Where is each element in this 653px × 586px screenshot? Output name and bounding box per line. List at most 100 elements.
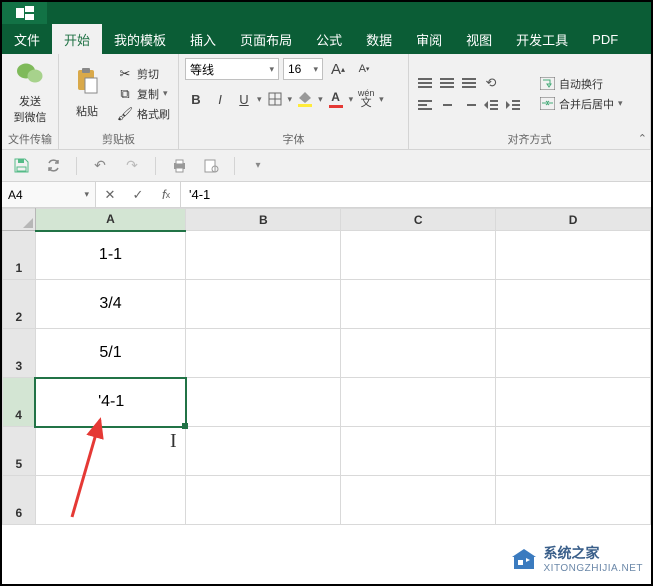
cell-b2[interactable] (186, 280, 341, 329)
align-top-button[interactable] (415, 73, 435, 93)
border-button[interactable] (264, 88, 286, 110)
ribbon-collapse-button[interactable]: ⌃ (638, 132, 647, 145)
tab-pdf[interactable]: PDF (580, 24, 630, 54)
cell-c2[interactable] (341, 280, 496, 329)
wrap-text-button[interactable]: 自动换行 (537, 75, 625, 93)
italic-button[interactable]: I (209, 88, 231, 110)
cell-a3[interactable]: 5/1 (35, 329, 186, 378)
bold-button[interactable]: B (185, 88, 207, 110)
tab-data[interactable]: 数据 (354, 24, 404, 54)
font-color-button[interactable]: A (325, 88, 347, 110)
font-name-value: 等线 (190, 61, 214, 78)
tab-developer[interactable]: 开发工具 (504, 24, 580, 54)
align-middle-button[interactable] (437, 73, 457, 93)
undo-button[interactable]: ↶ (91, 157, 109, 175)
cell-a4[interactable]: '4-1 (35, 378, 186, 427)
redo-button[interactable]: ↷ (123, 157, 141, 175)
cell-d3[interactable] (496, 329, 651, 378)
font-color-swatch (329, 105, 343, 108)
sync-button[interactable] (44, 157, 62, 175)
chevron-down-icon: ▾ (313, 64, 318, 75)
tab-file[interactable]: 文件 (2, 24, 52, 54)
worksheet-grid[interactable]: A B C D 1 1-1 2 3/4 3 5/1 4 '4- (2, 208, 651, 525)
font-name-select[interactable]: 等线 ▾ (185, 58, 279, 80)
formula-bar: A4 ▾ ✕ ✓ fx '4-1 (2, 182, 651, 208)
cell-a5[interactable] (35, 427, 186, 476)
row-header-2[interactable]: 2 (3, 280, 36, 329)
shrink-font-button[interactable]: A▾ (353, 58, 375, 80)
cell-b1[interactable] (186, 231, 341, 280)
cell-d5[interactable] (496, 427, 651, 476)
increase-indent-button[interactable] (503, 95, 523, 115)
save-button[interactable] (12, 157, 30, 175)
format-painter-button[interactable]: 🖌 格式刷 (115, 105, 172, 123)
tab-home[interactable]: 开始 (52, 24, 102, 54)
print-button[interactable] (170, 157, 188, 175)
row-header-1[interactable]: 1 (3, 231, 36, 280)
grow-font-button[interactable]: A▴ (327, 58, 349, 80)
wrap-icon (539, 77, 555, 90)
brush-icon: 🖌 (117, 106, 133, 122)
cell-b5[interactable] (186, 427, 341, 476)
cell-c6[interactable] (341, 476, 496, 525)
name-box[interactable]: A4 ▾ (2, 182, 96, 207)
select-all-corner[interactable] (3, 209, 36, 231)
cell-d4[interactable] (496, 378, 651, 427)
column-header-c[interactable]: C (341, 209, 496, 231)
align-center-button[interactable] (437, 95, 457, 115)
cell-a1[interactable]: 1-1 (35, 231, 186, 280)
cell-c5[interactable] (341, 427, 496, 476)
cell-c1[interactable] (341, 231, 496, 280)
quick-access-toolbar: ↶ ↷ ▾ (2, 150, 651, 182)
tab-review[interactable]: 审阅 (404, 24, 454, 54)
copy-button[interactable]: ⧉ 复制 ▾ (115, 85, 172, 103)
cell-d1[interactable] (496, 231, 651, 280)
scissors-icon: ✂ (117, 66, 133, 82)
fill-color-button[interactable] (294, 88, 316, 110)
tab-template[interactable]: 我的模板 (102, 24, 178, 54)
row-header-6[interactable]: 6 (3, 476, 36, 525)
column-header-b[interactable]: B (186, 209, 341, 231)
cancel-edit-button[interactable]: ✕ (96, 187, 124, 203)
tab-insert[interactable]: 插入 (178, 24, 228, 54)
phonetic-button[interactable]: wén文 (355, 88, 377, 110)
group-alignment: ⟲ 自动换行 合并后居中 ▾ (409, 54, 651, 149)
send-to-wechat-button[interactable]: 发送 到微信 (8, 58, 52, 129)
qat-customize-button[interactable]: ▾ (249, 157, 267, 175)
insert-function-button[interactable]: fx (152, 187, 180, 202)
cell-b3[interactable] (186, 329, 341, 378)
cell-c4[interactable] (341, 378, 496, 427)
cell-b4[interactable] (186, 378, 341, 427)
orientation-button[interactable]: ⟲ (481, 73, 501, 93)
row-header-5[interactable]: 5 (3, 427, 36, 476)
align-bottom-button[interactable] (459, 73, 479, 93)
underline-button[interactable]: U (233, 88, 255, 110)
print-preview-button[interactable] (202, 157, 220, 175)
group-clipboard-label: 剪贴板 (65, 129, 172, 147)
tab-pagelayout[interactable]: 页面布局 (228, 24, 304, 54)
align-right-button[interactable] (459, 95, 479, 115)
formula-input[interactable]: '4-1 (181, 182, 651, 207)
cell-a6[interactable] (35, 476, 186, 525)
column-header-d[interactable]: D (496, 209, 651, 231)
cell-a2[interactable]: 3/4 (35, 280, 186, 329)
font-size-select[interactable]: 16 ▾ (283, 58, 323, 80)
row-header-4[interactable]: 4 (3, 378, 36, 427)
cell-d6[interactable] (496, 476, 651, 525)
cell-c3[interactable] (341, 329, 496, 378)
tab-view[interactable]: 视图 (454, 24, 504, 54)
align-left-button[interactable] (415, 95, 435, 115)
ribbon-tabs: 文件 开始 我的模板 插入 页面布局 公式 数据 审阅 视图 开发工具 PDF (2, 24, 651, 54)
tab-formulas[interactable]: 公式 (304, 24, 354, 54)
cell-d2[interactable] (496, 280, 651, 329)
cut-button[interactable]: ✂ 剪切 (115, 65, 172, 83)
merge-center-button[interactable]: 合并后居中 ▾ (537, 95, 625, 113)
group-wechat: 发送 到微信 文件传输 (2, 54, 59, 149)
paste-button[interactable]: 粘贴 (65, 58, 109, 129)
confirm-edit-button[interactable]: ✓ (124, 187, 152, 203)
row-header-3[interactable]: 3 (3, 329, 36, 378)
group-font-label: 字体 (185, 129, 402, 147)
cell-b6[interactable] (186, 476, 341, 525)
column-header-a[interactable]: A (35, 209, 186, 231)
decrease-indent-button[interactable] (481, 95, 501, 115)
